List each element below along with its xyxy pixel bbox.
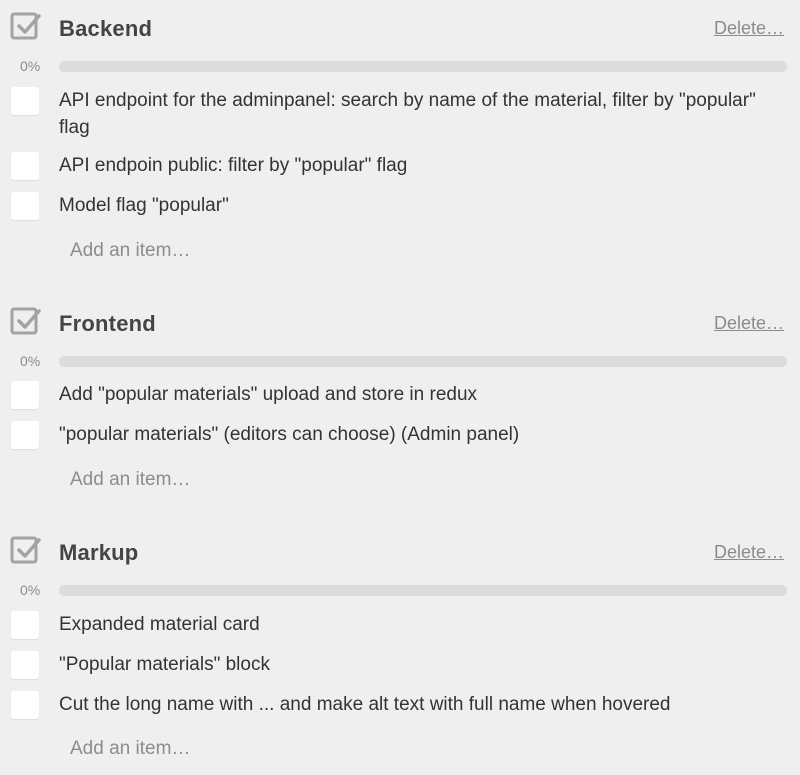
item-checkbox[interactable] [11,87,39,115]
checklist-progress: 0% [0,350,800,374]
progress-bar [59,585,787,596]
delete-checklist-link[interactable]: Delete… [714,16,784,40]
progress-percentage: 0% [20,58,41,74]
add-item-button[interactable]: Add an item… [70,239,190,263]
checklist-frontend: Frontend Delete… 0% Add "popular materia… [0,295,800,505]
checklist-header: Frontend Delete… [0,295,800,337]
progress-percentage: 0% [20,353,41,369]
progress-percentage: 0% [20,582,41,598]
item-text[interactable]: Cut the long name with ... and make alt … [59,691,759,718]
item-checkbox[interactable] [11,421,39,449]
checklist-header: Backend Delete… [0,0,800,42]
item-text[interactable]: "Popular materials" block [59,651,759,678]
checklist-header: Markup Delete… [0,524,800,566]
item-checkbox[interactable] [11,152,39,180]
item-text[interactable]: Add "popular materials" upload and store… [59,381,759,408]
item-text[interactable]: Model flag "popular" [59,192,759,219]
add-item-button[interactable]: Add an item… [70,737,190,761]
item-checkbox[interactable] [11,651,39,679]
delete-checklist-link[interactable]: Delete… [714,540,784,564]
checklist-markup: Markup Delete… 0% Expanded material card… [0,524,800,775]
item-checkbox[interactable] [11,611,39,639]
item-checkbox[interactable] [11,381,39,409]
item-text[interactable]: "popular materials" (editors can choose)… [59,421,759,448]
checklists-panel: Backend Delete… 0% API endpoint for the … [0,0,800,775]
item-text[interactable]: API endpoin public: filter by "popular" … [59,152,759,179]
add-item-button[interactable]: Add an item… [70,468,190,492]
item-checkbox[interactable] [11,192,39,220]
item-checkbox[interactable] [11,691,39,719]
checklist-title[interactable]: Frontend [59,309,156,339]
checklist-title[interactable]: Markup [59,538,138,568]
checkbox-checked-icon [10,10,42,42]
progress-bar [59,61,787,72]
checkbox-checked-icon [10,305,42,337]
checklist-progress: 0% [0,55,800,79]
checklist-progress: 0% [0,579,800,603]
checklist-title[interactable]: Backend [59,14,152,44]
checklist-backend: Backend Delete… 0% API endpoint for the … [0,0,800,270]
item-text[interactable]: Expanded material card [59,611,759,638]
delete-checklist-link[interactable]: Delete… [714,311,784,335]
checkbox-checked-icon [10,534,42,566]
progress-bar [59,356,787,367]
item-text[interactable]: API endpoint for the adminpanel: search … [59,87,759,141]
